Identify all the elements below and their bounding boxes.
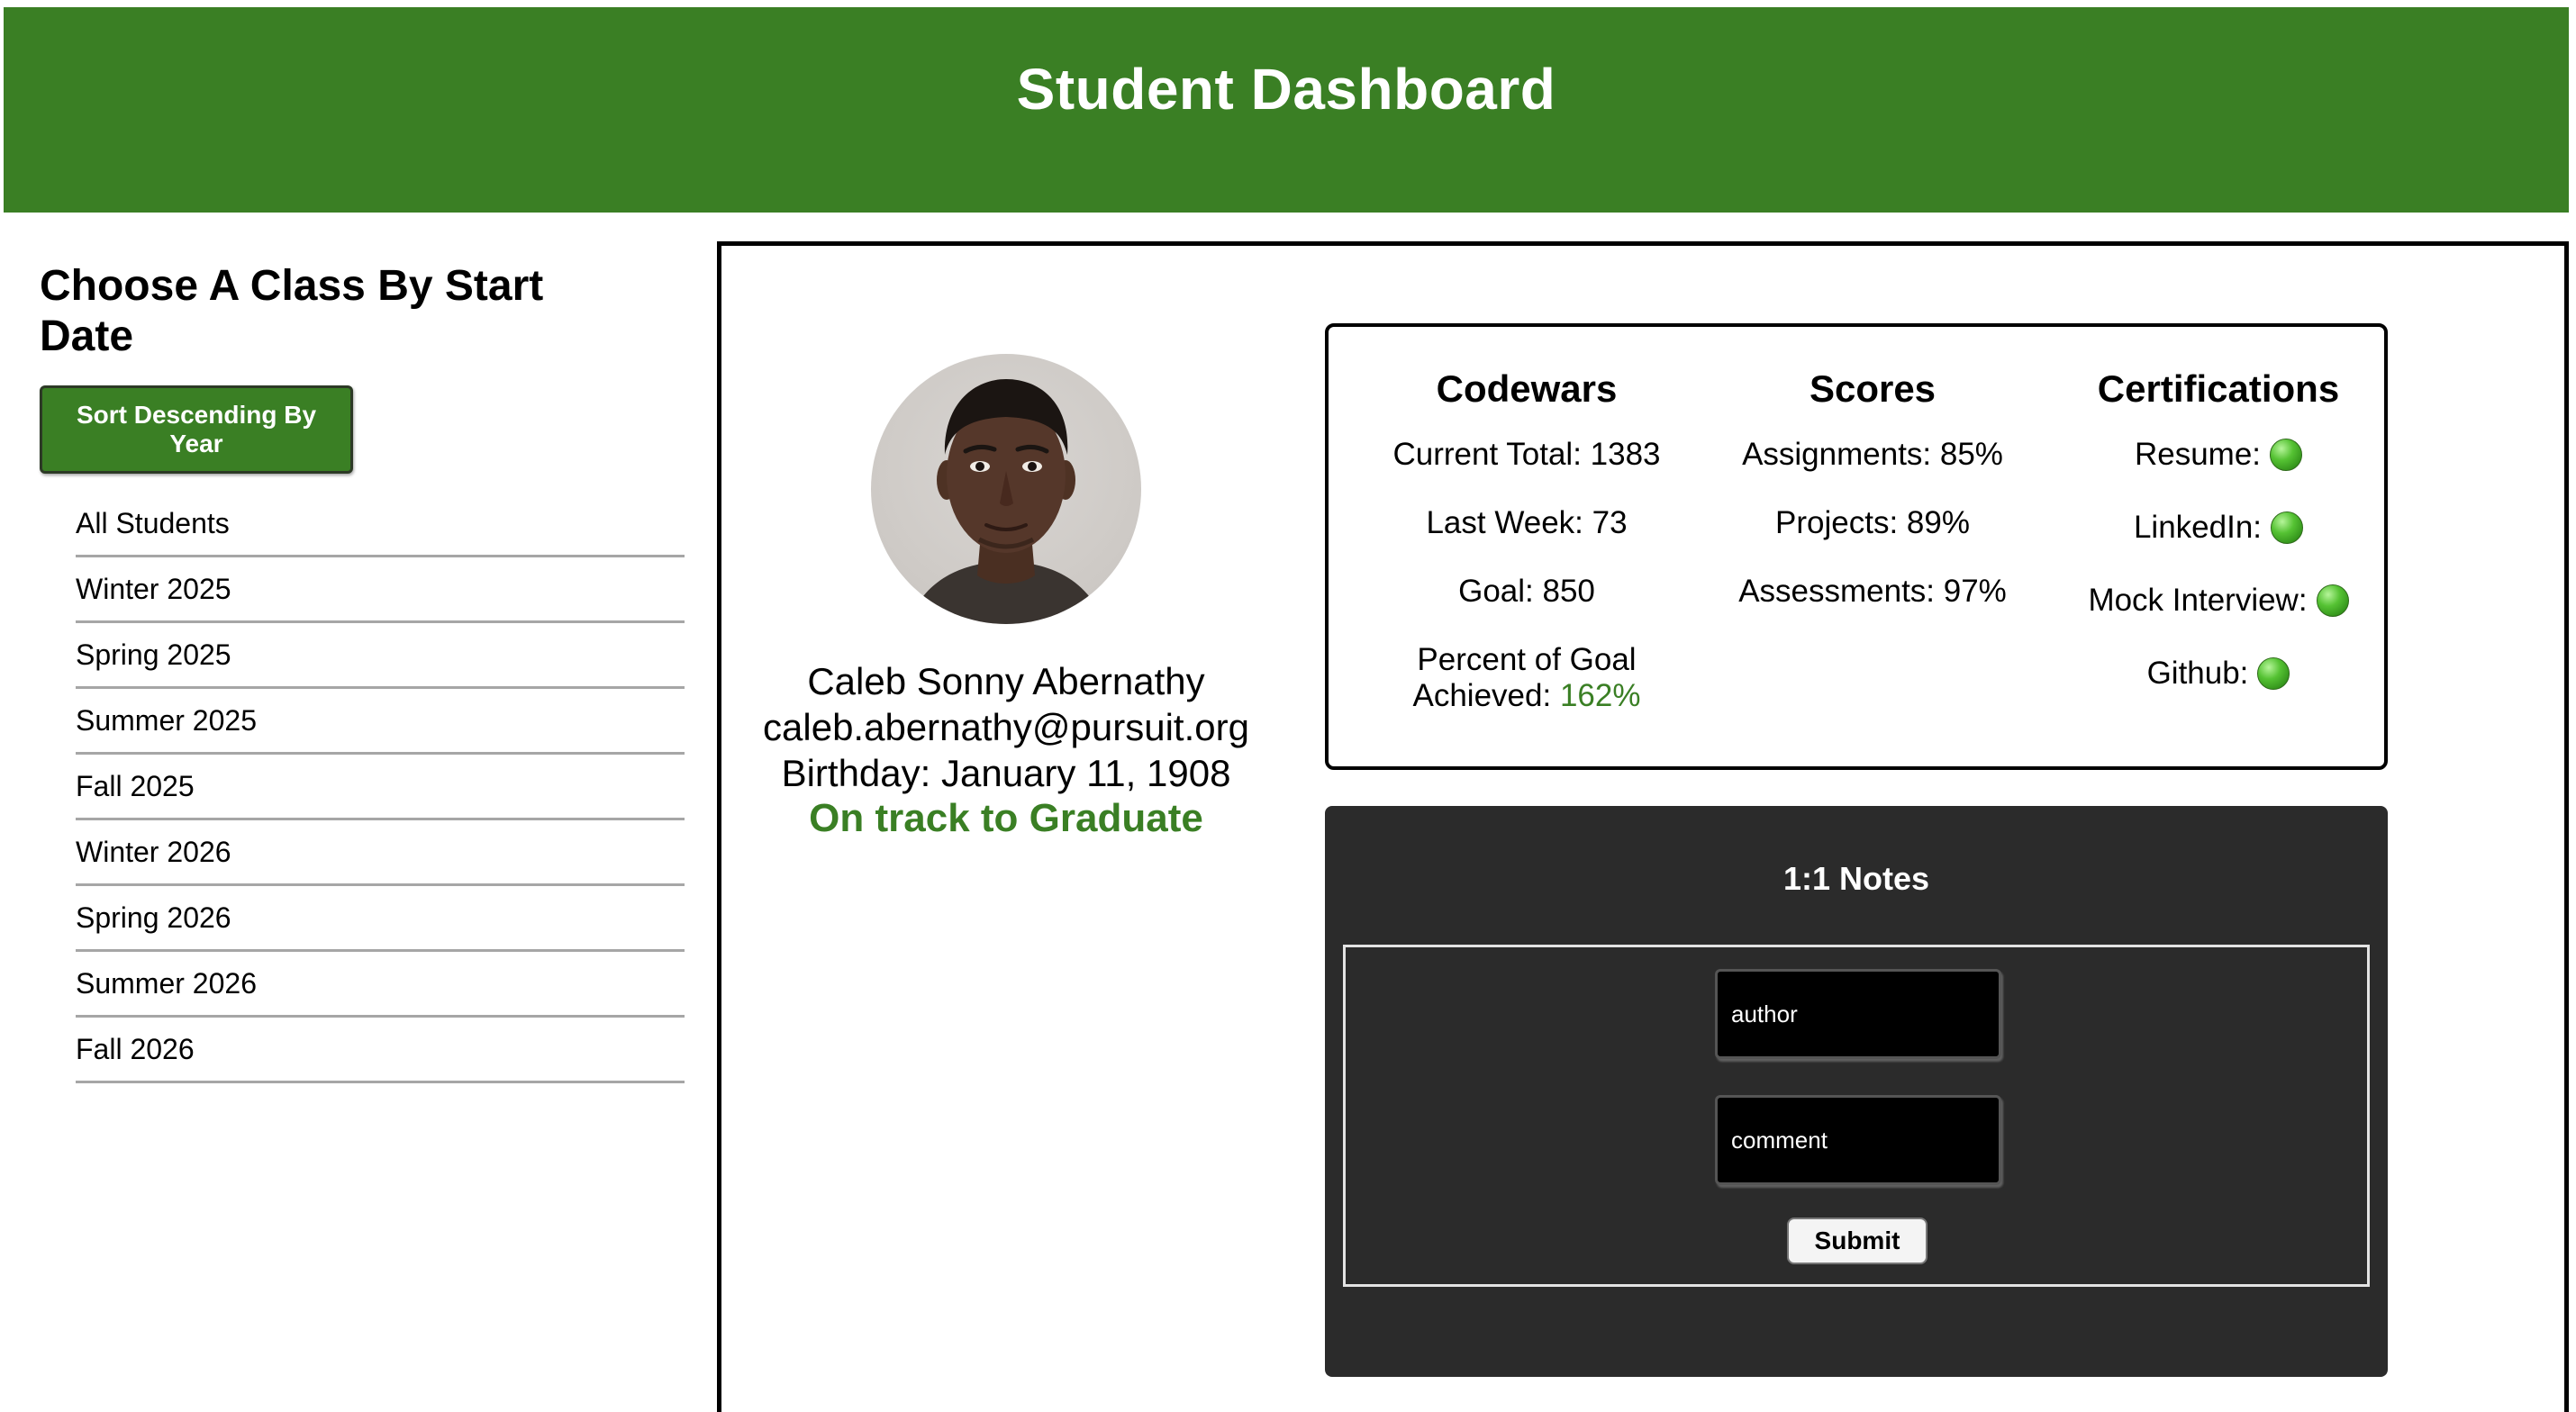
green-dot-icon [2257, 657, 2290, 690]
cert-mock-interview-label: Mock Interview: [2088, 583, 2308, 618]
notes-form: Submit [1343, 945, 2370, 1287]
class-item-fall-2025[interactable]: Fall 2025 [76, 755, 685, 820]
class-sidebar: Choose A Class By Start Date Sort Descen… [40, 261, 685, 1083]
class-item-summer-2025[interactable]: Summer 2025 [76, 689, 685, 755]
notes-heading: 1:1 Notes [1782, 860, 1930, 897]
class-item-spring-2025[interactable]: Spring 2025 [76, 623, 685, 689]
cert-github: Github: [2045, 656, 2391, 692]
codewars-heading: Codewars [1436, 367, 1618, 410]
codewars-percent-of-goal: Percent of Goal Achieved: 162% [1354, 642, 1700, 714]
class-item-fall-2026[interactable]: Fall 2026 [76, 1018, 685, 1083]
sidebar-heading: Choose A Class By Start Date [40, 262, 544, 360]
student-avatar [871, 354, 1141, 624]
certifications-column: Certifications Resume: LinkedIn: Mock In… [2045, 367, 2391, 729]
cert-mock-interview: Mock Interview: [2045, 583, 2391, 619]
page-title: Student Dashboard [1016, 57, 1556, 122]
score-assessments: Assessments: 97% [1738, 574, 2007, 609]
class-item-winter-2025[interactable]: Winter 2025 [76, 557, 685, 623]
student-detail-panel: Caleb Sonny Abernathy caleb.abernathy@pu… [717, 241, 2569, 1412]
codewars-current-total: Current Total: 1383 [1392, 437, 1661, 472]
author-input[interactable] [1715, 969, 2001, 1059]
student-profile: Caleb Sonny Abernathy caleb.abernathy@pu… [757, 354, 1255, 841]
sort-descending-button[interactable]: Sort Descending By Year [40, 385, 353, 474]
class-list: All Students Winter 2025 Spring 2025 Sum… [76, 492, 685, 1083]
cert-linkedin-label: LinkedIn: [2133, 510, 2263, 545]
student-email: caleb.abernathy@pursuit.org [763, 706, 1249, 748]
scores-column: Scores Assignments: 85% Projects: 89% As… [1700, 367, 2045, 642]
class-item-spring-2026[interactable]: Spring 2026 [76, 886, 685, 952]
score-projects: Projects: 89% [1775, 505, 1970, 540]
cert-resume: Resume: [2045, 437, 2391, 473]
codewars-column: Codewars Current Total: 1383 Last Week: … [1354, 367, 1700, 747]
graduation-status: On track to Graduate [809, 796, 1203, 840]
certifications-heading: Certifications [2097, 367, 2340, 410]
cert-resume-label: Resume: [2134, 437, 2262, 472]
score-assignments: Assignments: 85% [1742, 437, 2003, 472]
class-item-all-students[interactable]: All Students [76, 492, 685, 557]
class-item-summer-2026[interactable]: Summer 2026 [76, 952, 685, 1018]
stats-card: Codewars Current Total: 1383 Last Week: … [1325, 323, 2388, 770]
codewars-goal: Goal: 850 [1458, 574, 1595, 609]
student-photo-icon [907, 379, 1105, 624]
class-item-winter-2026[interactable]: Winter 2026 [76, 820, 685, 886]
cert-github-label: Github: [2146, 656, 2249, 691]
scores-heading: Scores [1809, 367, 1937, 410]
page-header: Student Dashboard [4, 7, 2569, 213]
green-dot-icon [2316, 584, 2349, 617]
submit-button[interactable]: Submit [1787, 1217, 1927, 1264]
student-birthday: Birthday: January 11, 1908 [781, 752, 1231, 794]
student-name: Caleb Sonny Abernathy [807, 660, 1205, 702]
comment-input[interactable] [1715, 1095, 2001, 1185]
percent-of-goal-value: 162% [1559, 678, 1641, 713]
green-dot-icon [2271, 511, 2304, 544]
codewars-last-week: Last Week: 73 [1426, 505, 1628, 540]
green-dot-icon [2270, 439, 2303, 471]
cert-linkedin: LinkedIn: [2045, 510, 2391, 546]
notes-panel: 1:1 Notes Submit [1325, 806, 2388, 1377]
